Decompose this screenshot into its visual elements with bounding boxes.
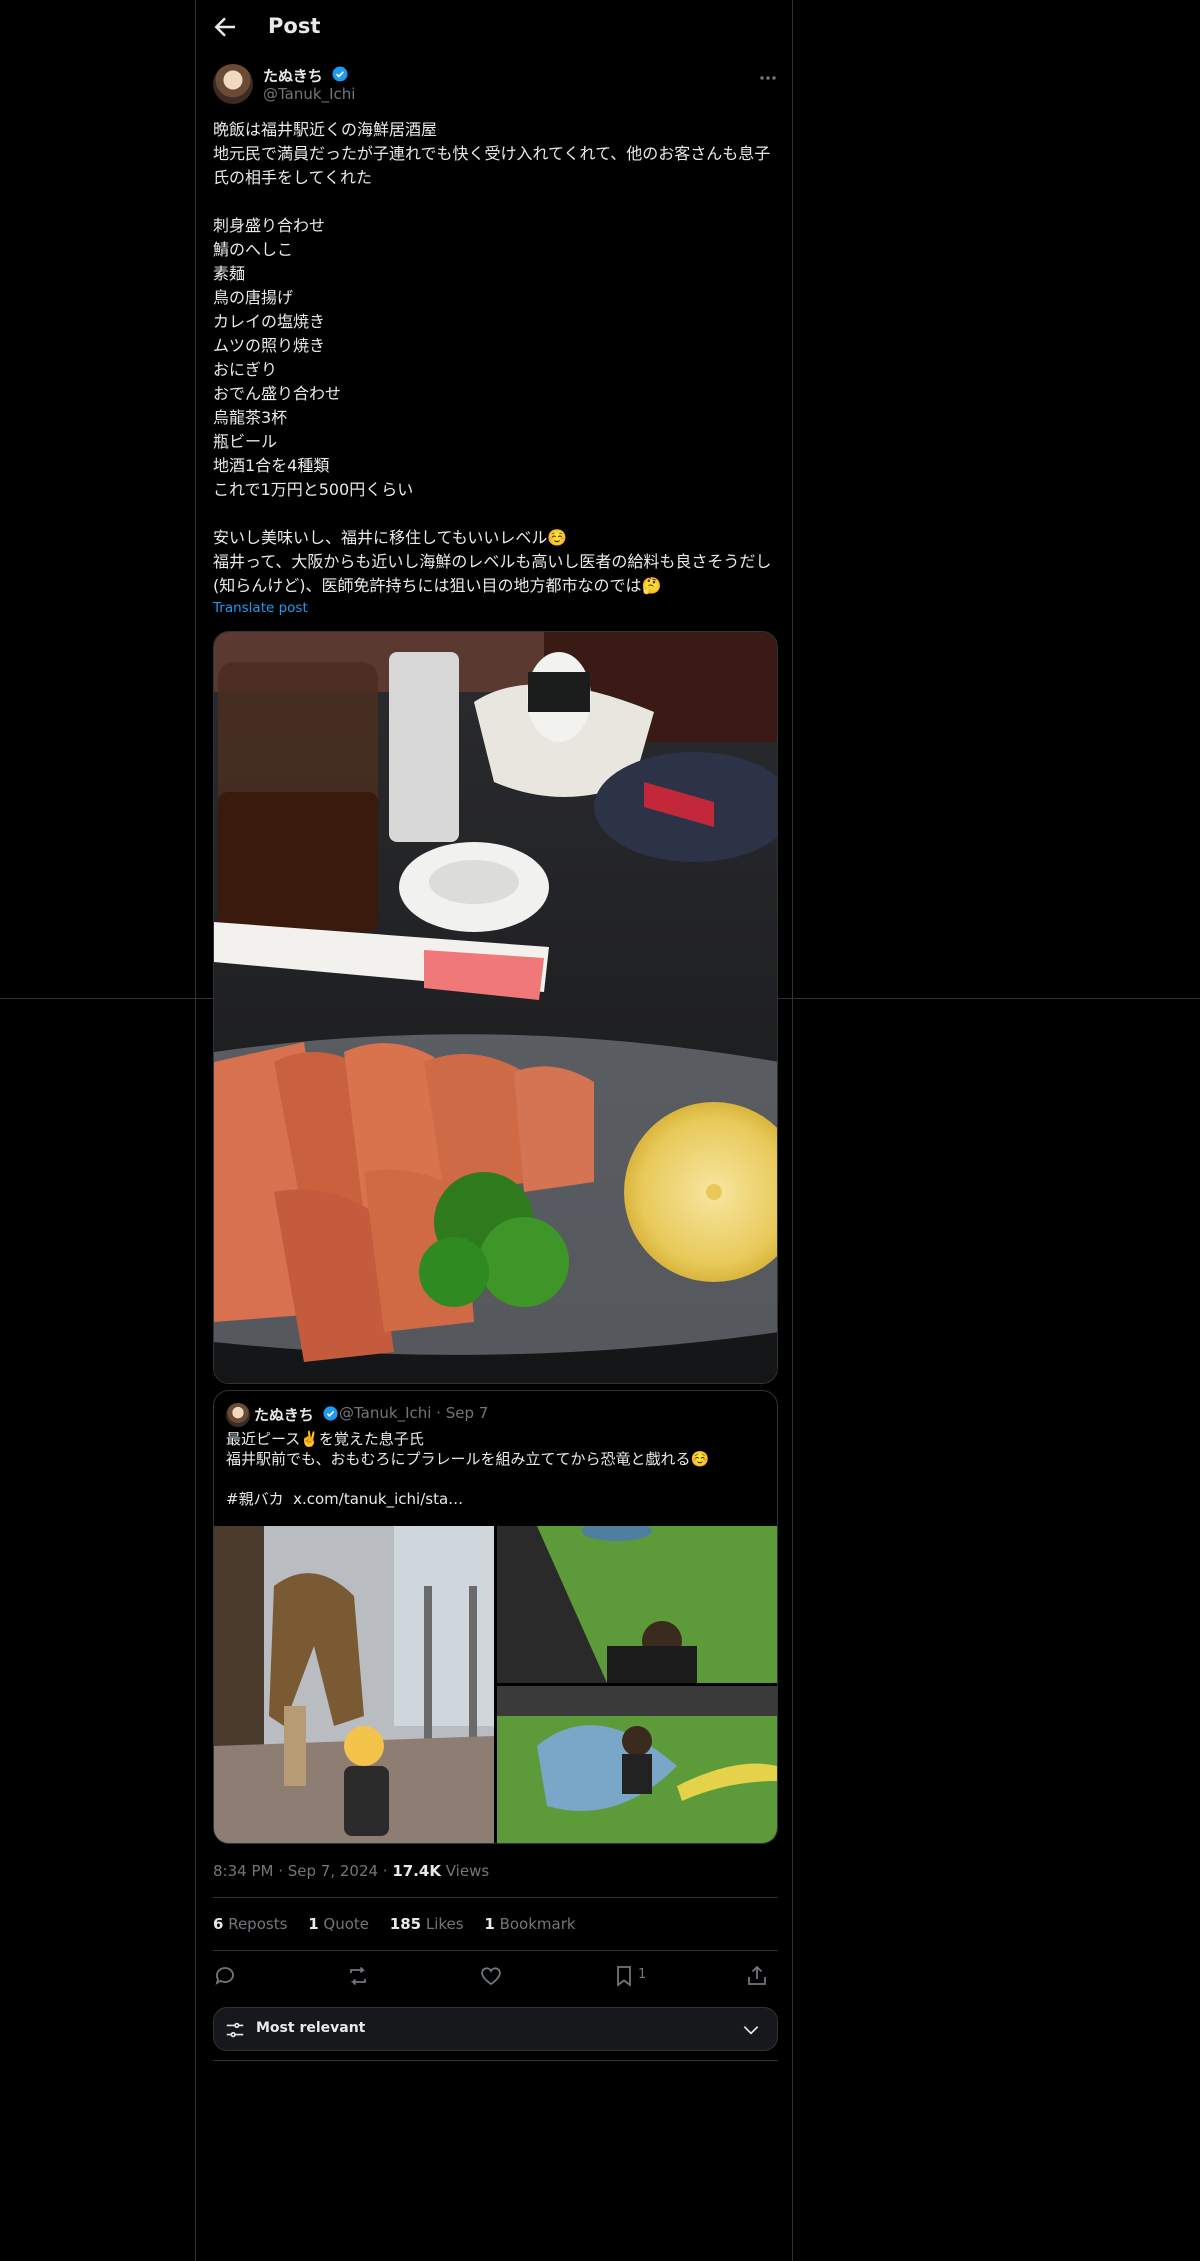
action-bar: 1 [213,1958,778,1994]
avatar[interactable] [213,64,253,104]
quoted-text: 最近ピース✌️を覚えた息子氏 福井駅前でも、おもむろにプラレールを組み立ててから… [226,1430,710,1508]
post-photo[interactable] [213,631,778,1384]
more-icon[interactable] [758,68,778,88]
engagement-stats: 6 Reposts 1 Quote 185 Likes 1 Bookmark [213,1915,592,1933]
quoted-media-grid [214,1526,777,1843]
quotes-label: Quote [318,1915,369,1933]
bookmarks-stat[interactable]: 1 Bookmark [484,1915,575,1933]
reposts-count: 6 [213,1915,224,1933]
likes-count: 185 [389,1915,422,1933]
bookmarks-label: Bookmark [494,1915,576,1933]
timestamp-time[interactable]: 8:34 PM · Sep 7, 2024 · [213,1862,392,1880]
page-title: Post [268,14,321,38]
quoted-author-name: たぬきち [254,1406,314,1424]
photo-food-image [214,632,777,1383]
author-name[interactable]: たぬきち [263,67,323,85]
reposts-label: Reposts [223,1915,288,1933]
views-label: Views [440,1862,490,1880]
repost-icon[interactable] [346,1964,370,1988]
share-icon[interactable] [745,1964,769,1988]
author-name-row[interactable]: たぬきち [263,65,349,86]
post-timestamp: 8:34 PM · Sep 7, 2024 · 17.4K Views [213,1862,489,1880]
divider [213,1897,778,1898]
top-bar: Post [196,0,792,54]
back-arrow-icon[interactable] [210,12,240,42]
post-text: 晩飯は福井駅近くの海鮮居酒屋 地元民で満員だったが子連れでも快く受け入れてくれて… [213,120,772,595]
quoted-meta: @Tanuk_Ichi · Sep 7 [339,1404,489,1422]
quoted-photo-3[interactable] [497,1686,777,1843]
main-column: Post たぬきち @Tanuk_Ichi 晩飯は福井駅近くの海鮮居酒屋 地元民… [195,0,793,2261]
author-handle[interactable]: @Tanuk_Ichi [263,85,355,103]
sort-label: Most relevant [256,2020,366,2036]
translate-post-link[interactable]: Translate post [213,600,308,616]
bookmark-icon [617,1966,631,1987]
chevron-down-icon [743,2026,759,2035]
quoted-avatar [226,1403,250,1427]
reposts-stat[interactable]: 6 Reposts [213,1915,287,1933]
quoted-photo-1[interactable] [214,1526,494,1843]
reply-sort-dropdown[interactable]: Most relevant [213,2007,778,2051]
filter-icon [226,2022,244,2038]
verified-badge-icon [332,66,348,82]
bookmark-action[interactable]: 1 [612,1964,672,1988]
bookmark-count: 1 [638,1967,647,1982]
likes-stat[interactable]: 185 Likes [390,1915,464,1933]
quotes-count: 1 [308,1915,319,1933]
quoted-author-row: たぬきち [254,1404,339,1425]
divider [213,2060,778,2061]
like-icon[interactable] [479,1964,503,1988]
quoted-photo-2[interactable] [497,1526,777,1683]
reply-icon[interactable] [213,1964,237,1988]
divider [213,1950,778,1951]
quotes-stat[interactable]: 1 Quote [308,1915,369,1933]
post-header: たぬきち @Tanuk_Ichi [213,64,778,106]
views-count: 17.4K [392,1862,441,1880]
quoted-post[interactable]: たぬきち @Tanuk_Ichi · Sep 7 最近ピース✌️を覚えた息子氏 … [213,1390,778,1844]
verified-badge-icon [323,1406,338,1421]
bookmarks-count: 1 [484,1915,495,1933]
likes-label: Likes [421,1915,464,1933]
